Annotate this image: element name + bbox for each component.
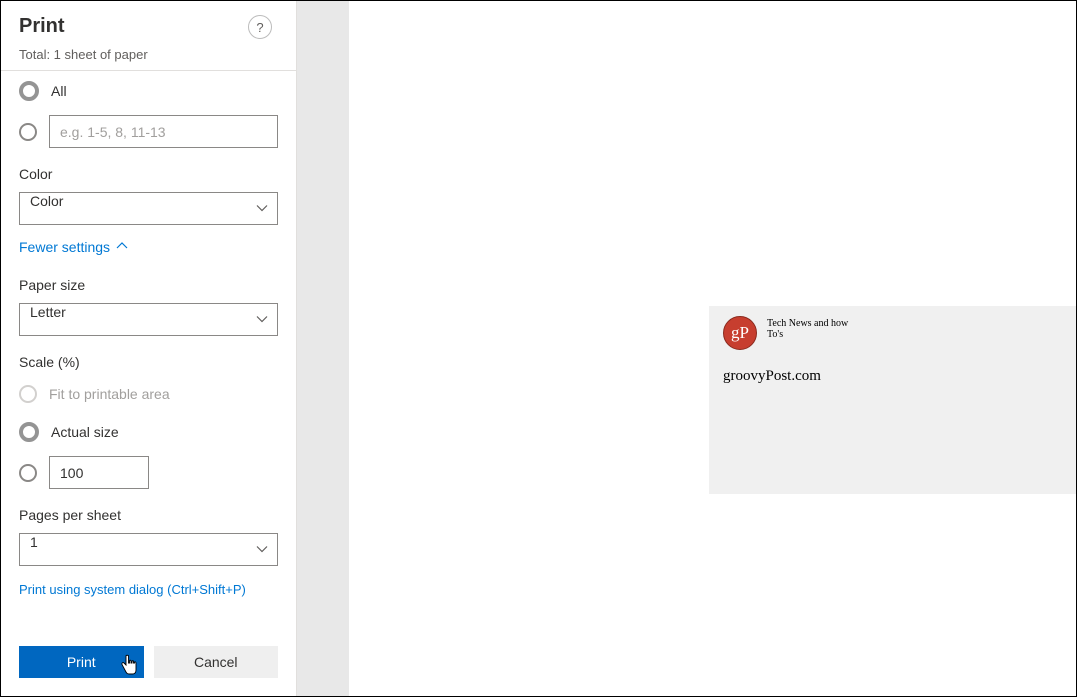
scale-fit-label: Fit to printable area [49,386,170,402]
site-title: groovyPost.com [723,368,821,385]
radio-actual[interactable] [19,422,39,442]
color-select-wrap: Color [19,192,278,225]
pages-range-row [19,115,278,148]
pps-select-wrap: 1 [19,533,278,566]
pps-label: Pages per sheet [19,507,278,523]
preview-gutter [297,1,349,696]
site-logo: gP [723,316,757,350]
print-button-label: Print [67,654,96,670]
radio-fit [19,385,37,403]
scale-actual-label: Actual size [51,424,119,440]
paper-size-select[interactable]: Letter [19,303,278,336]
color-select[interactable]: Color [19,192,278,225]
fewer-settings-label: Fewer settings [19,239,110,255]
sheet-total: Total: 1 sheet of paper [1,47,296,70]
panel-title: Print [19,15,65,38]
cancel-button[interactable]: Cancel [154,646,279,678]
radio-all[interactable] [19,81,39,101]
scale-custom-row [19,456,278,489]
preview-page: gP Tech News and how To's groovyPost.com [709,306,1076,494]
scale-actual-row: Actual size [19,418,278,446]
chevron-up-icon [116,239,128,255]
color-label: Color [19,166,278,182]
scale-label: Scale (%) [19,354,278,370]
page-range-input[interactable] [49,115,278,148]
radio-range[interactable] [19,123,37,141]
paper-size-label: Paper size [19,277,278,293]
pages-all-label: All [51,83,67,99]
panel-header: Print ? [1,1,296,47]
print-preview-area: gP Tech News and how To's groovyPost.com [349,1,1076,696]
system-dialog-link[interactable]: Print using system dialog (Ctrl+Shift+P) [19,582,278,597]
pps-select[interactable]: 1 [19,533,278,566]
print-settings-panel: Print ? Total: 1 sheet of paper All Colo… [1,1,297,696]
radio-custom-scale[interactable] [19,464,37,482]
fewer-settings-link[interactable]: Fewer settings [19,239,128,255]
scale-input[interactable] [49,456,149,489]
scale-fit-row: Fit to printable area [19,380,278,408]
cancel-button-label: Cancel [194,654,238,670]
pages-all-row: All [19,77,278,105]
cursor-hand-icon [120,654,138,676]
panel-footer: Print Cancel [1,632,296,696]
help-button[interactable]: ? [248,15,272,39]
settings-scroll-area[interactable]: All Color Color Fewer settings Paper siz… [1,70,296,632]
site-tagline: Tech News and how To's [767,318,857,340]
paper-size-select-wrap: Letter [19,303,278,336]
print-button[interactable]: Print [19,646,144,678]
